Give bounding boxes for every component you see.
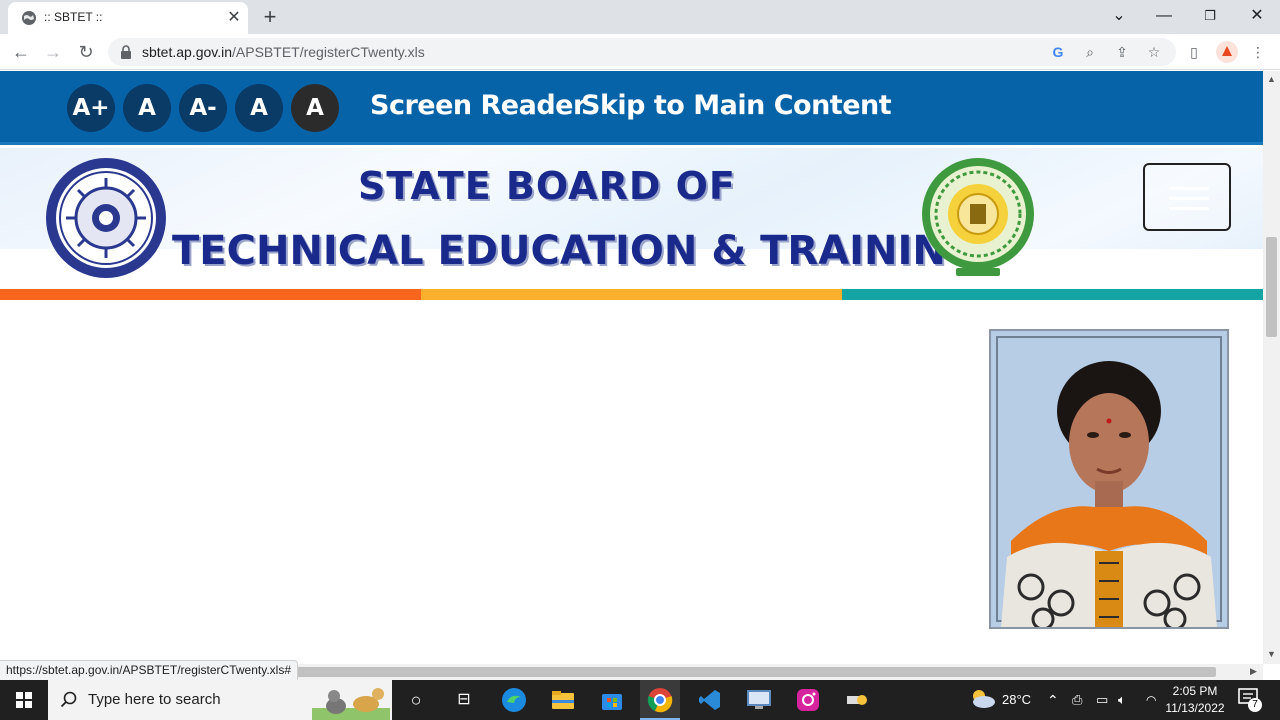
widgets-icon[interactable]: ⊟ <box>444 684 484 716</box>
clock-time: 2:05 PM <box>1172 684 1218 698</box>
bookmark-star-icon[interactable]: ☆ <box>1144 42 1164 62</box>
color-stripe-yellow <box>421 289 842 300</box>
clock-date: 11/13/2022 <box>1165 701 1225 715</box>
color-stripe-teal <box>842 289 1263 300</box>
back-button[interactable]: ← <box>9 40 33 64</box>
tab-search-chevron-icon[interactable]: ⌄ <box>1105 4 1133 28</box>
extension-icon <box>1222 46 1232 56</box>
menu-toggle-button[interactable] <box>1143 163 1231 231</box>
tray-device-icon[interactable]: ⎙ <box>1072 680 1082 720</box>
search-highlight-pets-icon <box>312 688 390 720</box>
notification-count-badge: 7 <box>1248 698 1262 712</box>
weather-cloud-icon[interactable] <box>968 687 996 711</box>
theme-dark-button[interactable]: A <box>291 84 339 132</box>
search-placeholder: Type here to search <box>88 691 221 708</box>
link-status-bubble: https://sbtet.ap.gov.in/APSBTET/register… <box>0 660 299 680</box>
hamburger-bar <box>1169 187 1209 190</box>
share-icon[interactable]: ⇪ <box>1112 42 1132 62</box>
chrome-logo <box>647 688 673 713</box>
vertical-scrollbar[interactable]: ▲ ▼ <box>1263 71 1280 664</box>
banner-title-line2: TECHNICAL EDUCATION & TRAINING <box>172 228 979 274</box>
volume-icon[interactable]: 🔈︎ <box>1118 680 1126 720</box>
instagram-icon[interactable] <box>788 684 828 716</box>
tab-close-icon[interactable]: ✕ <box>224 8 244 28</box>
vertical-scroll-thumb[interactable] <box>1266 237 1277 337</box>
network-icon[interactable]: ◠ <box>1146 680 1156 720</box>
notification-center-button[interactable]: 7 <box>1238 688 1262 712</box>
close-window-button[interactable]: ✕ <box>1243 4 1271 28</box>
address-bar[interactable]: sbtet.ap.gov.in/APSBTET/registerCTwenty.… <box>108 38 1176 66</box>
font-normal-button[interactable]: A <box>123 84 171 132</box>
scroll-down-arrow-icon[interactable]: ▼ <box>1267 649 1276 659</box>
browser-tab-strip: :: SBTET :: ✕ + ⌄ — ❐ ✕ <box>0 0 1280 34</box>
chrome-taskbar-icon[interactable] <box>640 680 680 720</box>
hamburger-bar <box>1169 207 1209 210</box>
windows-taskbar: Type here to search ○ ⊟ 28°C ⌃ ⎙ ▭ 🔈︎ ◠ … <box>0 680 1280 720</box>
search-icon <box>60 691 77 708</box>
task-view-icon[interactable]: ○ <box>396 684 436 716</box>
zoom-icon[interactable]: ⌕ <box>1080 42 1100 62</box>
hamburger-bar <box>1169 197 1209 200</box>
remote-desktop-icon[interactable] <box>739 684 779 716</box>
weather-temperature[interactable]: 28°C <box>1002 680 1031 720</box>
ap-state-emblem-logo <box>922 158 1034 276</box>
banner-title-line1: STATE BOARD OF <box>358 164 736 208</box>
header-banner: STATE BOARD OF TECHNICAL EDUCATION & TRA… <box>0 148 1263 288</box>
tab-title: :: SBTET :: <box>44 10 103 24</box>
page-viewport: A+ A A- A A Screen Reader Skip to Main C… <box>0 71 1263 664</box>
lock-icon <box>121 45 131 59</box>
profile-avatar[interactable] <box>1216 41 1238 63</box>
restore-button[interactable]: ❐ <box>1196 4 1224 28</box>
microsoft-store-icon[interactable] <box>592 684 632 716</box>
browser-toolbar: ← → ↻ sbtet.ap.gov.in/APSBTET/registerCT… <box>0 34 1280 70</box>
browser-menu-icon[interactable]: ⋮ <box>1248 42 1268 62</box>
font-increase-button[interactable]: A+ <box>67 84 115 132</box>
file-explorer-icon[interactable] <box>543 684 583 716</box>
scroll-up-arrow-icon[interactable]: ▲ <box>1267 74 1276 84</box>
vscode-logo <box>699 690 720 710</box>
store-logo <box>602 694 622 710</box>
student-photo-image <box>991 331 1227 627</box>
font-decrease-button[interactable]: A- <box>179 84 227 132</box>
google-translate-icon[interactable]: G <box>1048 42 1068 62</box>
screen-reader-link[interactable]: Screen Reader <box>370 90 586 121</box>
side-panel-icon[interactable]: ▯ <box>1184 42 1204 62</box>
theme-blue-button[interactable]: A <box>235 84 283 132</box>
taskbar-search-box[interactable]: Type here to search <box>48 680 392 720</box>
url-path: /APSBTET/registerCTwenty.xls <box>232 44 425 60</box>
accessibility-bar: A+ A A- A A Screen Reader Skip to Main C… <box>0 71 1263 145</box>
globe-icon <box>22 11 36 25</box>
folder-logo <box>552 691 574 709</box>
windows-logo-icon <box>16 692 32 708</box>
url-host: sbtet.ap.gov.in <box>142 44 233 60</box>
url-text: sbtet.ap.gov.in/APSBTET/registerCTwenty.… <box>142 44 425 60</box>
show-hidden-icons-chevron-icon[interactable]: ⌃ <box>1047 680 1059 720</box>
color-stripe-orange <box>0 289 421 300</box>
start-button[interactable] <box>0 680 48 720</box>
monitor-logo <box>747 690 771 709</box>
forward-button[interactable]: → <box>41 40 65 64</box>
generic-app-logo <box>847 695 867 705</box>
vscode-icon[interactable] <box>690 684 730 716</box>
skip-to-main-link[interactable]: Skip to Main Content <box>581 90 892 121</box>
taskbar-clock[interactable]: 2:05 PM 11/13/2022 <box>1160 683 1230 717</box>
instagram-logo <box>797 689 819 711</box>
edge-browser-icon[interactable] <box>494 684 534 716</box>
scroll-right-arrow-icon[interactable]: ▶ <box>1250 666 1257 677</box>
battery-icon[interactable]: ▭ <box>1096 680 1108 720</box>
new-tab-button[interactable]: + <box>258 5 282 29</box>
reload-button[interactable]: ↻ <box>74 40 98 64</box>
tray-app-icon[interactable] <box>837 684 877 716</box>
student-photo <box>989 329 1229 629</box>
browser-tab[interactable]: :: SBTET :: ✕ <box>8 2 248 34</box>
edge-logo <box>502 688 526 712</box>
sbtet-seal-logo <box>46 158 166 278</box>
minimize-button[interactable]: — <box>1150 4 1178 28</box>
